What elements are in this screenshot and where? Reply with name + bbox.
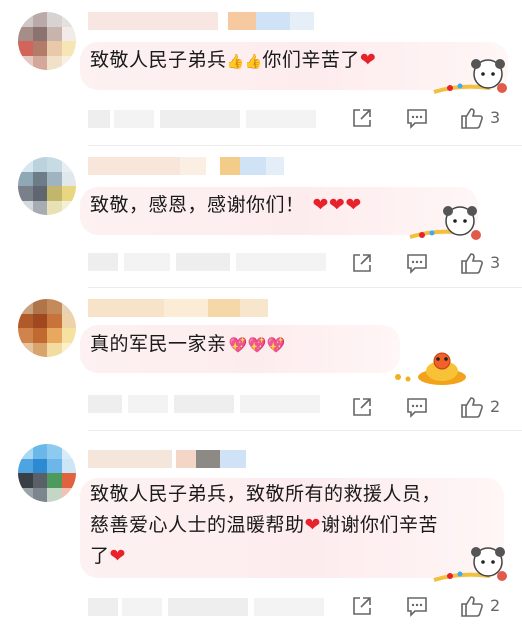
comment-text: 致敬人民子弟兵，致敬所有的救援人员， 慈善爱心人士的温暖帮助❤谢谢你们辛苦 了❤ [90, 483, 442, 567]
timestamp [88, 598, 324, 616]
like-button[interactable] [459, 593, 485, 619]
avatar[interactable] [18, 299, 76, 357]
decorative-sticker-icon [409, 206, 481, 240]
heart-emoji: ❤ [109, 545, 126, 567]
like-count: 2 [490, 596, 501, 615]
comment-item: 致敬人民子弟兵，致敬所有的救援人员， 慈善爱心人士的温暖帮助❤谢谢你们辛苦 了❤… [0, 430, 522, 630]
share-button[interactable] [350, 395, 374, 419]
like-count: 3 [490, 108, 501, 127]
timestamp [88, 253, 326, 271]
comment-text: 致敬，感恩，感谢你们！ ❤❤❤ [90, 194, 362, 216]
thumbs-up-icon [461, 253, 483, 274]
heart-eyes-emoji: 💖💖💖 [228, 336, 287, 354]
share-icon [353, 254, 371, 272]
reply-button[interactable] [405, 251, 429, 275]
like-button[interactable] [459, 105, 485, 131]
username[interactable] [88, 450, 246, 468]
reply-button[interactable] [405, 594, 429, 618]
like-count: 3 [490, 253, 501, 272]
avatar[interactable] [18, 157, 76, 215]
comment-text: 致敬人民子弟兵👍👍你们辛苦了❤ [90, 49, 377, 71]
share-icon [353, 398, 371, 416]
username[interactable] [88, 299, 268, 317]
comment-icon [407, 597, 427, 617]
decorative-sticker-icon [433, 59, 507, 94]
heart-emoji: ❤ [359, 49, 377, 71]
timestamp [88, 395, 320, 413]
thumbs-up-icon [461, 108, 483, 129]
share-button[interactable] [350, 106, 374, 130]
avatar[interactable] [18, 444, 76, 502]
decorative-sticker-icon [433, 547, 507, 582]
like-button[interactable] [459, 250, 485, 276]
like-button[interactable] [459, 394, 485, 420]
comment-icon [407, 254, 427, 274]
share-icon [353, 109, 371, 127]
comment-icon [407, 109, 427, 129]
share-button[interactable] [350, 251, 374, 275]
avatar[interactable] [18, 12, 76, 70]
username[interactable] [88, 12, 314, 30]
share-icon [353, 597, 371, 615]
thumbs-up-icon [461, 397, 483, 418]
comment-item: 真的军民一家亲 💖💖💖 2 [0, 287, 522, 427]
comment-item: 致敬，感恩，感谢你们！ ❤❤❤ 3 [0, 145, 522, 285]
username[interactable] [88, 157, 284, 175]
thumbs-emoji: 👍👍 [226, 54, 263, 70]
reply-button[interactable] [405, 106, 429, 130]
heart-emoji: ❤❤❤ [312, 194, 362, 216]
heart-emoji: ❤ [304, 514, 321, 536]
comment-icon [407, 398, 427, 418]
share-button[interactable] [350, 594, 374, 618]
thumbs-up-icon [461, 596, 483, 617]
reply-button[interactable] [405, 395, 429, 419]
comment-text: 真的军民一家亲 💖💖💖 [90, 333, 287, 355]
timestamp [88, 110, 316, 128]
like-count: 2 [490, 397, 501, 416]
comment-item: 致敬人民子弟兵👍👍你们辛苦了❤ 3 [0, 0, 522, 150]
gold-ingot-sticker-icon [395, 352, 466, 385]
